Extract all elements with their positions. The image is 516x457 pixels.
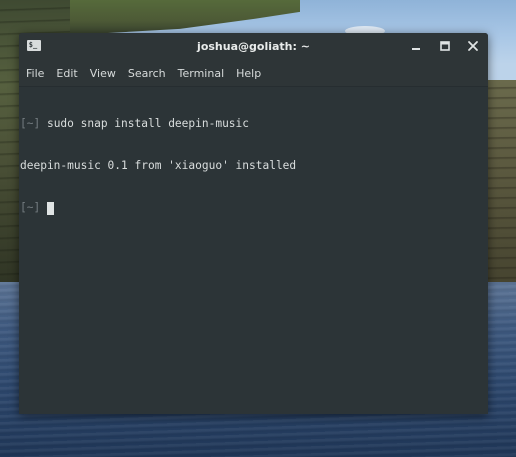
output-text: deepin-music 0.1 from 'xiaoguo' installe… — [20, 159, 297, 172]
menu-help[interactable]: Help — [231, 67, 266, 80]
close-button[interactable] — [465, 38, 481, 54]
minimize-button[interactable] — [408, 38, 424, 54]
input-text — [40, 201, 47, 214]
minimize-icon — [412, 48, 420, 50]
maximize-icon — [440, 41, 450, 51]
terminal-window[interactable]: $_ joshua@goliath: ~ File Edit View Sear… — [19, 33, 488, 414]
shell-prompt: [~] — [20, 117, 41, 130]
terminal-line: deepin-music 0.1 from 'xiaoguo' installe… — [20, 159, 488, 173]
menu-bar: File Edit View Search Terminal Help — [19, 60, 488, 86]
menu-terminal[interactable]: Terminal — [173, 67, 230, 80]
command-text: sudo snap install deepin-music — [40, 117, 250, 130]
menu-view[interactable]: View — [85, 67, 121, 80]
shell-prompt: [~] — [20, 201, 41, 214]
menu-edit[interactable]: Edit — [51, 67, 82, 80]
cliff-right — [486, 80, 516, 290]
title-bar[interactable]: $_ joshua@goliath: ~ — [19, 33, 488, 60]
terminal-line: [~] — [20, 201, 488, 215]
terminal-output[interactable]: [~] sudo snap install deepin-music deepi… — [19, 86, 488, 414]
terminal-line: [~] sudo snap install deepin-music — [20, 117, 488, 131]
maximize-button[interactable] — [437, 38, 453, 54]
menu-search[interactable]: Search — [123, 67, 171, 80]
text-cursor — [46, 202, 54, 215]
close-icon — [468, 41, 478, 51]
menu-file[interactable]: File — [21, 67, 49, 80]
